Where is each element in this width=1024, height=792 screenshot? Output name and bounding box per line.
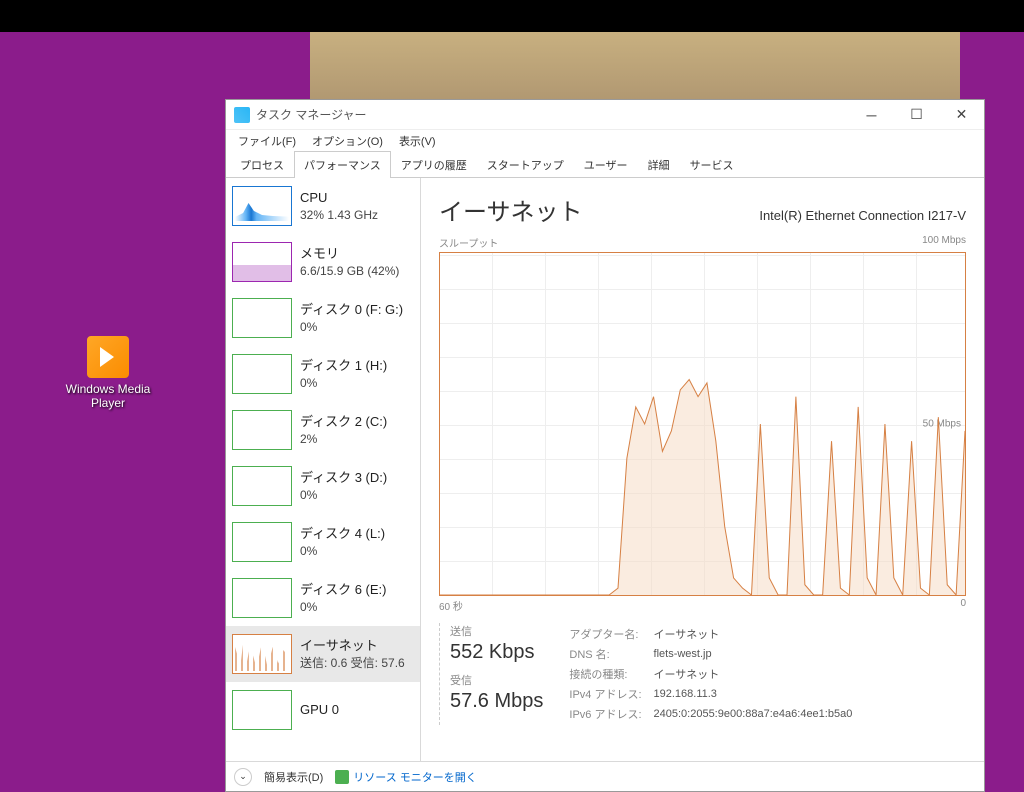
sidebar-item-name: ディスク 2 (C:) — [300, 413, 387, 431]
sidebar-item-sub: 0% — [300, 543, 385, 559]
sidebar-item[interactable]: ディスク 1 (H:)0% — [226, 346, 420, 402]
chart-x-left: 60 秒 — [439, 598, 463, 613]
adapter-device: Intel(R) Ethernet Connection I217-V — [759, 208, 966, 223]
sidebar-item-sub: 2% — [300, 431, 387, 447]
sidebar-item-name: ディスク 6 (E:) — [300, 581, 387, 599]
tabstrip: プロセスパフォーマンスアプリの履歴スタートアップユーザー詳細サービス — [226, 152, 984, 178]
recv-value: 57.6 Mbps — [450, 690, 543, 713]
sidebar-thumb — [232, 298, 292, 338]
prop-row: DNS 名:flets-west.jp — [569, 645, 862, 663]
sidebar-item[interactable]: ディスク 4 (L:)0% — [226, 514, 420, 570]
sidebar-item-name: GPU 0 — [300, 701, 339, 719]
sidebar-item-sub: 送信: 0.6 受信: 57.6 — [300, 655, 405, 671]
menu-item[interactable]: ファイル(F) — [230, 130, 304, 152]
sidebar-thumb — [232, 578, 292, 618]
sidebar-item-name: ディスク 1 (H:) — [300, 357, 387, 375]
sidebar-item[interactable]: イーサネット送信: 0.6 受信: 57.6 — [226, 626, 420, 682]
chart-y-max: 100 Mbps — [922, 235, 966, 250]
footer: ⌄ 簡易表示(D) リソース モニターを開く — [226, 761, 984, 791]
sidebar-item[interactable]: ディスク 3 (D:)0% — [226, 458, 420, 514]
sidebar-item[interactable]: GPU 0 — [226, 682, 420, 738]
desktop-icon-wmp[interactable]: Windows Media Player — [62, 336, 154, 411]
minimize-button[interactable]: ─ — [849, 101, 894, 129]
tab-5[interactable]: 詳細 — [638, 151, 680, 178]
wmp-icon — [87, 336, 129, 378]
sidebar-item-sub: 0% — [300, 375, 387, 391]
sidebar-item-sub: 0% — [300, 599, 387, 615]
screen-top-bar — [0, 0, 1024, 32]
tab-3[interactable]: スタートアップ — [477, 151, 574, 178]
maximize-button[interactable]: ☐ — [894, 101, 939, 129]
sidebar-thumb — [232, 690, 292, 730]
menubar: ファイル(F)オプション(O)表示(V) — [226, 130, 984, 152]
sidebar-item-name: CPU — [300, 189, 378, 207]
sidebar-item[interactable]: ディスク 2 (C:)2% — [226, 402, 420, 458]
sidebar-item-sub: 32% 1.43 GHz — [300, 207, 378, 223]
recv-label: 受信 — [450, 672, 543, 688]
menu-item[interactable]: オプション(O) — [304, 130, 391, 152]
prop-row: IPv6 アドレス:2405:0:2055:9e00:88a7:e4a6:4ee… — [569, 705, 862, 723]
send-label: 送信 — [450, 623, 543, 639]
resource-monitor-icon — [335, 770, 349, 784]
titlebar[interactable]: タスク マネージャー ─ ☐ ✕ — [226, 100, 984, 130]
send-value: 552 Kbps — [450, 641, 543, 664]
detail-pane: イーサネット Intel(R) Ethernet Connection I217… — [421, 178, 984, 761]
sidebar-item-name: メモリ — [300, 245, 399, 263]
collapse-icon[interactable]: ⌄ — [234, 768, 252, 786]
sidebar-item[interactable]: CPU32% 1.43 GHz — [226, 178, 420, 234]
window-title: タスク マネージャー — [256, 106, 367, 123]
sidebar-item-sub: 6.6/15.9 GB (42%) — [300, 263, 399, 279]
chart-x-right: 0 — [960, 598, 966, 613]
adapter-properties: アダプター名:イーサネット DNS 名:flets-west.jp 接続の種類:イー… — [567, 623, 864, 725]
prop-row: 接続の種類:イーサネット — [569, 665, 862, 683]
sidebar-item-name: イーサネット — [300, 637, 405, 655]
sidebar-item-name: ディスク 0 (F: G:) — [300, 301, 403, 319]
sidebar-item[interactable]: ディスク 0 (F: G:)0% — [226, 290, 420, 346]
sidebar-item-sub: 0% — [300, 487, 387, 503]
sidebar-thumb — [232, 522, 292, 562]
sidebar-thumb — [232, 186, 292, 226]
menu-item[interactable]: 表示(V) — [391, 130, 444, 152]
app-icon — [234, 107, 250, 123]
sidebar-item-sub: 0% — [300, 319, 403, 335]
tab-6[interactable]: サービス — [680, 151, 744, 178]
desktop-icon-label: Windows Media Player — [62, 382, 154, 411]
tab-4[interactable]: ユーザー — [574, 151, 638, 178]
brief-view-button[interactable]: 簡易表示(D) — [264, 769, 323, 785]
close-button[interactable]: ✕ — [939, 101, 984, 129]
sidebar-thumb — [232, 242, 292, 282]
prop-row: IPv4 アドレス:192.168.11.3 — [569, 685, 862, 703]
chart-y-label: スループット — [439, 235, 498, 250]
sidebar-thumb — [232, 466, 292, 506]
sidebar-thumb — [232, 634, 292, 674]
prop-row: アダプター名:イーサネット — [569, 625, 862, 643]
throughput-chart: 50 Mbps — [439, 252, 966, 596]
stats-send-recv: 送信 552 Kbps 受信 57.6 Mbps — [439, 623, 543, 725]
sidebar-thumb — [232, 354, 292, 394]
sidebar-thumb — [232, 410, 292, 450]
tab-2[interactable]: アプリの履歴 — [391, 151, 477, 178]
task-manager-window: タスク マネージャー ─ ☐ ✕ ファイル(F)オプション(O)表示(V) プロ… — [225, 99, 985, 792]
resource-monitor-link[interactable]: リソース モニターを開く — [335, 769, 477, 785]
detail-title: イーサネット — [439, 192, 583, 227]
sidebar-item[interactable]: ディスク 6 (E:)0% — [226, 570, 420, 626]
sidebar-item-name: ディスク 4 (L:) — [300, 525, 385, 543]
tab-1[interactable]: パフォーマンス — [294, 151, 391, 178]
sidebar-item[interactable]: メモリ6.6/15.9 GB (42%) — [226, 234, 420, 290]
sidebar-item-name: ディスク 3 (D:) — [300, 469, 387, 487]
tab-0[interactable]: プロセス — [230, 151, 294, 178]
sidebar[interactable]: CPU32% 1.43 GHzメモリ6.6/15.9 GB (42%)ディスク … — [226, 178, 421, 761]
